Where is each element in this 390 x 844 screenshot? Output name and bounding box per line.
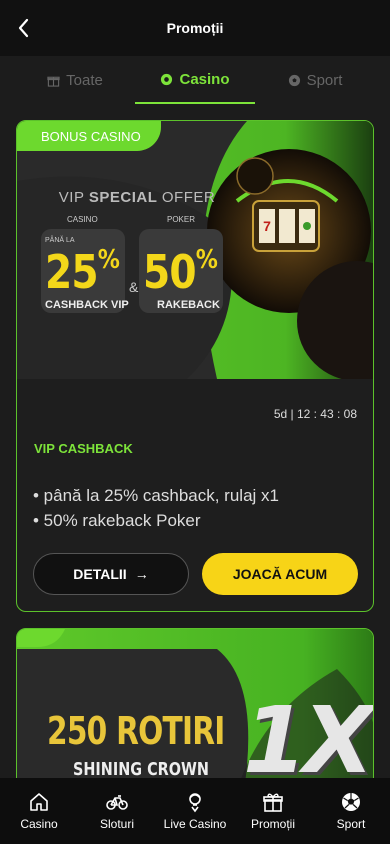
tab-label: Casino	[179, 70, 230, 88]
nav-sport[interactable]: Sport	[312, 778, 390, 844]
tab-casino[interactable]: Casino	[135, 56, 255, 104]
arrow-right-icon: →	[134, 566, 149, 582]
promo-banner[interactable]: 7 BONUS CASINO VIP SPECIAL OFFER CASINO …	[17, 121, 373, 379]
countdown-timer: 5d | 12 : 43 : 08	[273, 407, 357, 421]
promo-title: VIP CASHBACK	[34, 441, 133, 456]
nav-casino[interactable]: Casino	[0, 778, 78, 844]
bullet-item: • până la 25% cashback, rulaj x1	[33, 486, 279, 505]
promo2-game: SHINING CROWN	[73, 759, 209, 778]
app-header: Promoții	[0, 0, 390, 56]
promo-list[interactable]: 7 BONUS CASINO VIP SPECIAL OFFER CASINO …	[0, 108, 390, 778]
nav-label: Sloturi	[99, 817, 134, 831]
casino-sub: CASHBACK VIP	[45, 299, 129, 311]
chevron-left-icon	[18, 18, 29, 38]
poker-sub: RAKEBACK	[157, 299, 220, 311]
nav-sloturi[interactable]: Sloturi	[78, 778, 156, 844]
onex-logo: 1X	[243, 687, 373, 778]
promo-bullets: • până la 25% cashback, rulaj x1 • 50% r…	[33, 483, 279, 533]
offer-title-special: SPECIAL	[88, 189, 158, 206]
casino-label: CASINO	[67, 215, 98, 224]
page-title: Promoții	[166, 20, 224, 36]
casino-chip-icon	[161, 73, 173, 85]
bullet-item: • 50% rakeback Poker	[33, 511, 201, 530]
poker-percent: 50%	[143, 245, 218, 299]
nav-label: Casino	[20, 817, 58, 831]
details-button[interactable]: DETALII →	[33, 553, 189, 595]
promo-card-vip-cashback: 7 BONUS CASINO VIP SPECIAL OFFER CASINO …	[16, 120, 374, 612]
nav-label: Promoții	[250, 817, 295, 831]
promo-tabs: Toate Casino Sport	[0, 56, 390, 108]
details-label: DETALII	[73, 566, 127, 582]
tab-label: Toate	[66, 71, 103, 89]
upto-label: PÂNĂ LA	[45, 237, 75, 244]
offer-title-vip: VIP	[58, 189, 85, 206]
tab-label: Sport	[306, 71, 343, 89]
bicycle-icon	[106, 795, 128, 810]
poker-unit: %	[195, 245, 218, 275]
gift-icon	[263, 793, 283, 812]
tab-toate[interactable]: Toate	[15, 56, 135, 104]
nav-label: Sport	[336, 817, 366, 831]
poker-value: 50	[143, 245, 197, 299]
promo2-headline: 250 ROTIRI	[47, 709, 225, 753]
casino-percent: 25%	[45, 245, 120, 299]
promo-card-rotiri[interactable]: 250 ROTIRI SHINING CROWN 1X	[16, 628, 374, 778]
offer-heading: VIP SPECIAL OFFER	[47, 189, 227, 207]
play-now-button[interactable]: JOACĂ ACUM	[202, 553, 358, 595]
back-button[interactable]	[10, 14, 38, 42]
poker-label: POKER	[167, 215, 196, 224]
offer-values: CASINO POKER PÂNĂ LA 25% CASHBACK VIP & …	[39, 211, 229, 321]
promo-badge: BONUS CASINO	[17, 121, 161, 151]
dealer-icon	[189, 793, 201, 813]
casino-value: 25	[45, 245, 99, 299]
soccer-ball-icon	[288, 74, 300, 86]
nav-live-casino[interactable]: Live Casino	[156, 778, 234, 844]
bottom-navigation: Casino Sloturi Live Casino Promoții Spor…	[0, 778, 390, 844]
svg-text:7: 7	[263, 218, 271, 234]
casino-unit: %	[97, 245, 120, 275]
ampersand: &	[129, 279, 139, 295]
nav-label: Live Casino	[163, 817, 227, 831]
soccer-ball-icon	[342, 793, 360, 811]
nav-promotii[interactable]: Promoții	[234, 778, 312, 844]
gift-icon	[47, 76, 60, 87]
offer-title-offer: OFFER	[161, 189, 216, 206]
tab-sport[interactable]: Sport	[255, 56, 375, 104]
home-icon	[30, 793, 48, 811]
